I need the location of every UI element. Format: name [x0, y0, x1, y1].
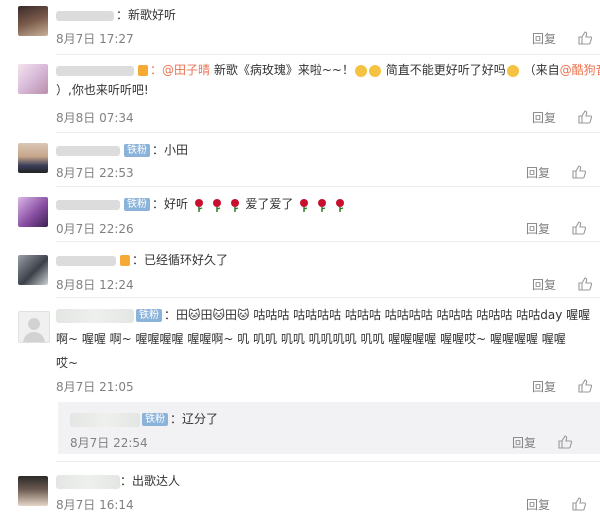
comment-text: ：新歌好听 [56, 6, 600, 24]
like-icon[interactable] [572, 221, 586, 235]
comment-text-cont: 哎~ [56, 356, 79, 370]
comment-item: ：新歌好听 8月7日 17:27 回复 [0, 0, 600, 47]
emoji-icon [354, 64, 367, 77]
nested-reply: 铁粉 ：辽分了 8月7日 22:54 回复 [58, 402, 600, 454]
comment-item: ：已经循环好久了 8月8日 12:24 回复 [0, 242, 600, 297]
blurred-username[interactable] [70, 412, 140, 427]
reply-button[interactable]: 回复 [532, 378, 556, 395]
comment-text-cont: ）,你也来听听吧! [56, 83, 149, 97]
blurred-username[interactable] [56, 10, 114, 21]
blurred-username[interactable] [56, 145, 120, 156]
comment-text: 铁粉 ：小田 [56, 141, 600, 159]
comment-time: 8月8日 12:24 [56, 278, 134, 292]
blurred-username[interactable] [56, 199, 120, 210]
blurred-username[interactable] [56, 65, 134, 76]
comment-time: 8月8日 07:34 [56, 111, 134, 125]
mention-link[interactable]: ：@田子晴 [150, 63, 210, 77]
vip-badge-icon [120, 255, 130, 266]
fan-badge: 铁粉 [136, 309, 162, 322]
fan-badge: 铁粉 [124, 198, 150, 211]
avatar[interactable] [18, 255, 48, 285]
rose-icon [194, 198, 203, 212]
avatar[interactable] [18, 311, 50, 343]
comment-time: 8月7日 16:14 [56, 498, 134, 512]
comment-item: ：出歌达人 8月7日 16:14 回复 [0, 462, 600, 519]
reply-button[interactable]: 回复 [532, 30, 556, 47]
comment-text-cont: 啊~ 喔喔 啊~ 喔喔喔喔 喔喔啊~ 叽 叽叽 叽叽 叽叽叽叽 叽叽 喔喔喔喔 … [56, 332, 566, 346]
comment-text: 铁粉 ：田🐱田🐱田🐱 咕咕咕 咕咕咕咕 咕咕咕 咕咕咕咕 咕咕咕 咕咕咕 咕咕da… [56, 306, 600, 324]
comment-item: 铁粉 ：好听 爱了爱了 0月7日 22:26 回复 [0, 187, 600, 242]
kugou-link[interactable]: @酷狗音乐 [560, 63, 600, 77]
comment-item: 铁粉 ：田🐱田🐱田🐱 咕咕咕 咕咕咕咕 咕咕咕 咕咕咕咕 咕咕咕 咕咕咕 咕咕da… [0, 298, 600, 398]
vip-badge-icon [138, 65, 148, 76]
reply-button[interactable]: 回复 [532, 109, 556, 126]
rose-icon [300, 198, 309, 212]
blurred-username[interactable] [56, 255, 116, 266]
emoji-icon [506, 64, 519, 77]
avatar[interactable] [18, 143, 48, 173]
comment-time: 0月7日 22:26 [56, 222, 134, 236]
reply-button[interactable]: 回复 [526, 164, 550, 181]
comment-text: ：出歌达人 [56, 472, 600, 490]
rose-icon [318, 198, 326, 212]
comment-item: 铁粉 ：小田 8月7日 22:53 回复 [0, 133, 600, 188]
reply-button[interactable]: 回复 [512, 434, 536, 451]
like-icon[interactable] [578, 379, 592, 393]
avatar[interactable] [18, 6, 48, 36]
rose-icon [335, 198, 344, 212]
comment-time: 8月7日 17:27 [56, 32, 134, 46]
like-icon[interactable] [578, 31, 592, 45]
default-avatar-icon [23, 318, 45, 342]
avatar[interactable] [18, 197, 48, 227]
comment-item: ：@田子晴 新歌《病玫瑰》来啦~~！ 简直不能更好听了好吗 （来自@酷狗音乐 ）… [0, 55, 600, 130]
like-icon[interactable] [558, 435, 572, 449]
comment-time: 8月7日 22:53 [56, 166, 134, 180]
reply-button[interactable]: 回复 [532, 276, 556, 293]
blurred-username[interactable] [56, 474, 120, 489]
reply-button[interactable]: 回复 [526, 220, 550, 237]
comment-time: 8月7日 22:54 [70, 436, 148, 450]
comment-text: 铁粉 ：辽分了 [70, 410, 600, 428]
avatar[interactable] [18, 64, 48, 94]
avatar[interactable] [18, 476, 48, 506]
like-icon[interactable] [578, 277, 592, 291]
comment-text: ：已经循环好久了 [56, 251, 600, 269]
like-icon[interactable] [572, 165, 586, 179]
fan-badge: 铁粉 [142, 413, 168, 426]
fan-badge: 铁粉 [124, 144, 150, 157]
rose-icon [230, 198, 239, 212]
like-icon[interactable] [578, 110, 592, 124]
reply-button[interactable]: 回复 [526, 496, 550, 513]
rose-icon [212, 198, 221, 212]
like-icon[interactable] [572, 497, 586, 511]
comment-text: ：@田子晴 新歌《病玫瑰》来啦~~！ 简直不能更好听了好吗 （来自@酷狗音乐 [56, 61, 600, 79]
comment-text: 铁粉 ：好听 爱了爱了 [56, 195, 600, 213]
comment-time: 8月7日 21:05 [56, 380, 134, 394]
blurred-username[interactable] [56, 308, 134, 323]
emoji-icon [368, 64, 381, 77]
